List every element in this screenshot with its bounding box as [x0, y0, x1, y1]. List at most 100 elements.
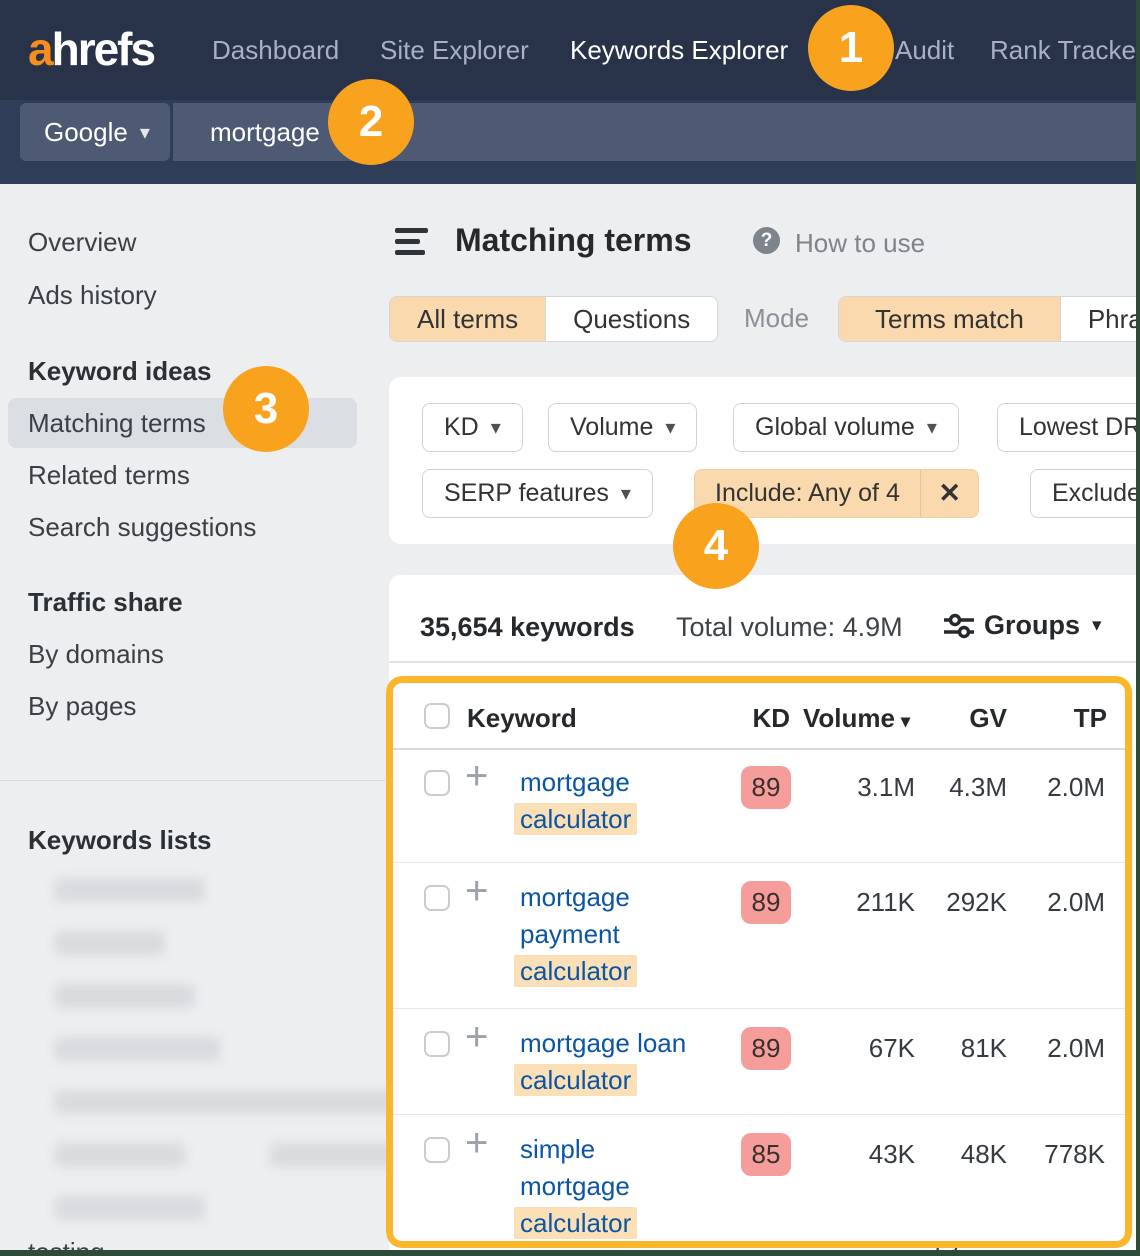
add-to-list-icon[interactable]: + [465, 1123, 488, 1163]
sidebar-item-by-domains[interactable]: By domains [28, 639, 164, 669]
collapse-sidebar-icon[interactable] [395, 228, 429, 255]
add-to-list-icon[interactable]: + [465, 871, 488, 911]
nav-item-dashboard[interactable]: Dashboard [212, 0, 339, 100]
sidebar-item-testing-list[interactable]: testing [28, 1237, 105, 1250]
logo-letter-a: a [28, 23, 52, 75]
redacted-keyword-list-item[interactable] [55, 984, 195, 1008]
serp-features-filter-button[interactable]: SERP features [422, 469, 653, 518]
column-header-volume[interactable]: Volume [776, 703, 910, 734]
nav-item-site-explorer[interactable]: Site Explorer [380, 0, 529, 100]
select-all-checkbox[interactable] [424, 703, 450, 729]
groups-label: Groups [984, 610, 1080, 641]
add-to-list-icon[interactable]: + [465, 756, 488, 796]
chevron-down-icon [621, 481, 631, 506]
redacted-keyword-list-item[interactable] [55, 931, 165, 955]
row-checkbox[interactable] [424, 770, 450, 796]
volume-header-label: Volume [803, 703, 895, 733]
kd-filter-button[interactable]: KD [422, 403, 523, 452]
volume-value: 3.1M [793, 772, 915, 803]
chevron-down-icon [491, 415, 501, 440]
search-engine-label: Google [44, 117, 128, 148]
nav-item-rank-tracker[interactable]: Rank Tracker [990, 0, 1136, 100]
search-bar: Google mortgage [0, 100, 1136, 184]
testing-list-count: 13 [930, 1237, 959, 1250]
sidebar-item-ads-history[interactable]: Ads history [28, 280, 157, 310]
exclude-filter-button[interactable]: Exclude [1030, 469, 1136, 518]
kd-badge: 89 [741, 1027, 791, 1070]
filters-panel: KD Volume Global volume Lowest DR SERP f… [389, 377, 1136, 544]
sidebar-item-by-pages[interactable]: By pages [28, 691, 136, 721]
global-volume-filter-button[interactable]: Global volume [733, 403, 959, 452]
keyword-line: mortgage [520, 879, 750, 916]
groups-dropdown[interactable]: Groups [944, 610, 1102, 641]
highlighted-term: calculator [514, 1207, 637, 1239]
keyword-query-input[interactable]: mortgage [173, 103, 1136, 161]
sidebar-heading-keyword-ideas: Keyword ideas [28, 356, 212, 386]
keyword-link[interactable]: mortgage loan calculator [520, 1025, 750, 1099]
table-row: + simple mortgage calculator 85 43K 48K … [393, 1114, 1125, 1248]
keyword-query-value: mortgage [210, 117, 320, 148]
row-checkbox[interactable] [424, 1031, 450, 1057]
add-to-list-icon[interactable]: + [465, 1017, 488, 1057]
mode-label: Mode [744, 303, 809, 334]
ahrefs-logo[interactable]: ahrefs [28, 24, 154, 74]
keyword-line: simple [520, 1131, 750, 1168]
table-row: + mortgage payment calculator 89 211K 29… [393, 862, 1125, 1009]
keyword-link[interactable]: simple mortgage calculator [520, 1131, 750, 1242]
sliders-icon [944, 613, 974, 639]
kd-badge: 85 [741, 1133, 791, 1176]
serp-features-filter-label: SERP features [444, 479, 609, 508]
tab-questions[interactable]: Questions [545, 297, 717, 341]
row-checkbox[interactable] [424, 885, 450, 911]
kd-filter-label: KD [444, 413, 479, 442]
sidebar-item-matching-terms[interactable]: Matching terms [28, 408, 206, 438]
tab-all-terms[interactable]: All terms [390, 297, 545, 341]
top-navbar: ahrefs Dashboard Site Explorer Keywords … [0, 0, 1136, 100]
nav-item-audit[interactable]: Audit [895, 0, 954, 100]
highlighted-term: calculator [514, 803, 637, 835]
sidebar-item-search-suggestions[interactable]: Search suggestions [28, 512, 256, 542]
sidebar-heading-keywords-lists: Keywords lists [28, 825, 212, 855]
tab-phrase-match[interactable]: Phrase match [1060, 297, 1136, 341]
search-engine-selector[interactable]: Google [20, 103, 170, 161]
mode-tab-group: Terms match Phrase match [838, 296, 1136, 342]
redacted-keyword-list-item[interactable] [55, 1037, 220, 1061]
nav-item-keywords-explorer[interactable]: Keywords Explorer [570, 0, 788, 100]
stats-divider [389, 661, 1136, 663]
chevron-down-icon [1092, 614, 1102, 637]
volume-value: 211K [793, 887, 915, 918]
redacted-keyword-list-item[interactable] [55, 1143, 185, 1167]
kd-badge: 89 [741, 766, 791, 809]
tp-value: 2.0M [1013, 772, 1105, 803]
keyword-link[interactable]: mortgage payment calculator [520, 879, 750, 990]
gv-value: 81K [923, 1033, 1007, 1064]
volume-value: 67K [793, 1033, 915, 1064]
how-to-use-link[interactable]: How to use [795, 228, 925, 259]
screenshot-page: ahrefs Dashboard Site Explorer Keywords … [0, 0, 1140, 1256]
redacted-keyword-list-item[interactable] [55, 1196, 205, 1220]
sidebar-item-overview[interactable]: Overview [28, 227, 136, 257]
sidebar-item-related-terms[interactable]: Related terms [28, 460, 190, 490]
column-header-keyword[interactable]: Keyword [467, 703, 577, 734]
highlighted-term: calculator [514, 955, 637, 987]
volume-filter-button[interactable]: Volume [548, 403, 697, 452]
gv-value: 48K [923, 1139, 1007, 1170]
question-mark-icon: ? [753, 227, 780, 254]
terms-tab-group: All terms Questions [389, 296, 718, 342]
sidebar-divider [0, 780, 385, 781]
column-header-gv[interactable]: GV [934, 703, 1007, 734]
keywords-count: 35,654 keywords [420, 612, 635, 643]
keyword-line: payment [520, 916, 750, 953]
sort-descending-icon [901, 711, 910, 732]
logo-rest: hrefs [52, 23, 154, 75]
column-header-tp[interactable]: TP [1006, 703, 1107, 734]
tab-terms-match[interactable]: Terms match [839, 297, 1060, 341]
annotation-badge-3: 3 [223, 366, 309, 452]
lowest-dr-filter-button[interactable]: Lowest DR [997, 403, 1136, 452]
lowest-dr-filter-label: Lowest DR [1019, 413, 1136, 442]
row-checkbox[interactable] [424, 1137, 450, 1163]
remove-filter-icon[interactable] [921, 470, 978, 517]
redacted-keyword-list-item[interactable] [55, 878, 205, 902]
keyword-line: mortgage [520, 764, 750, 801]
keyword-link[interactable]: mortgage calculator [520, 764, 750, 838]
